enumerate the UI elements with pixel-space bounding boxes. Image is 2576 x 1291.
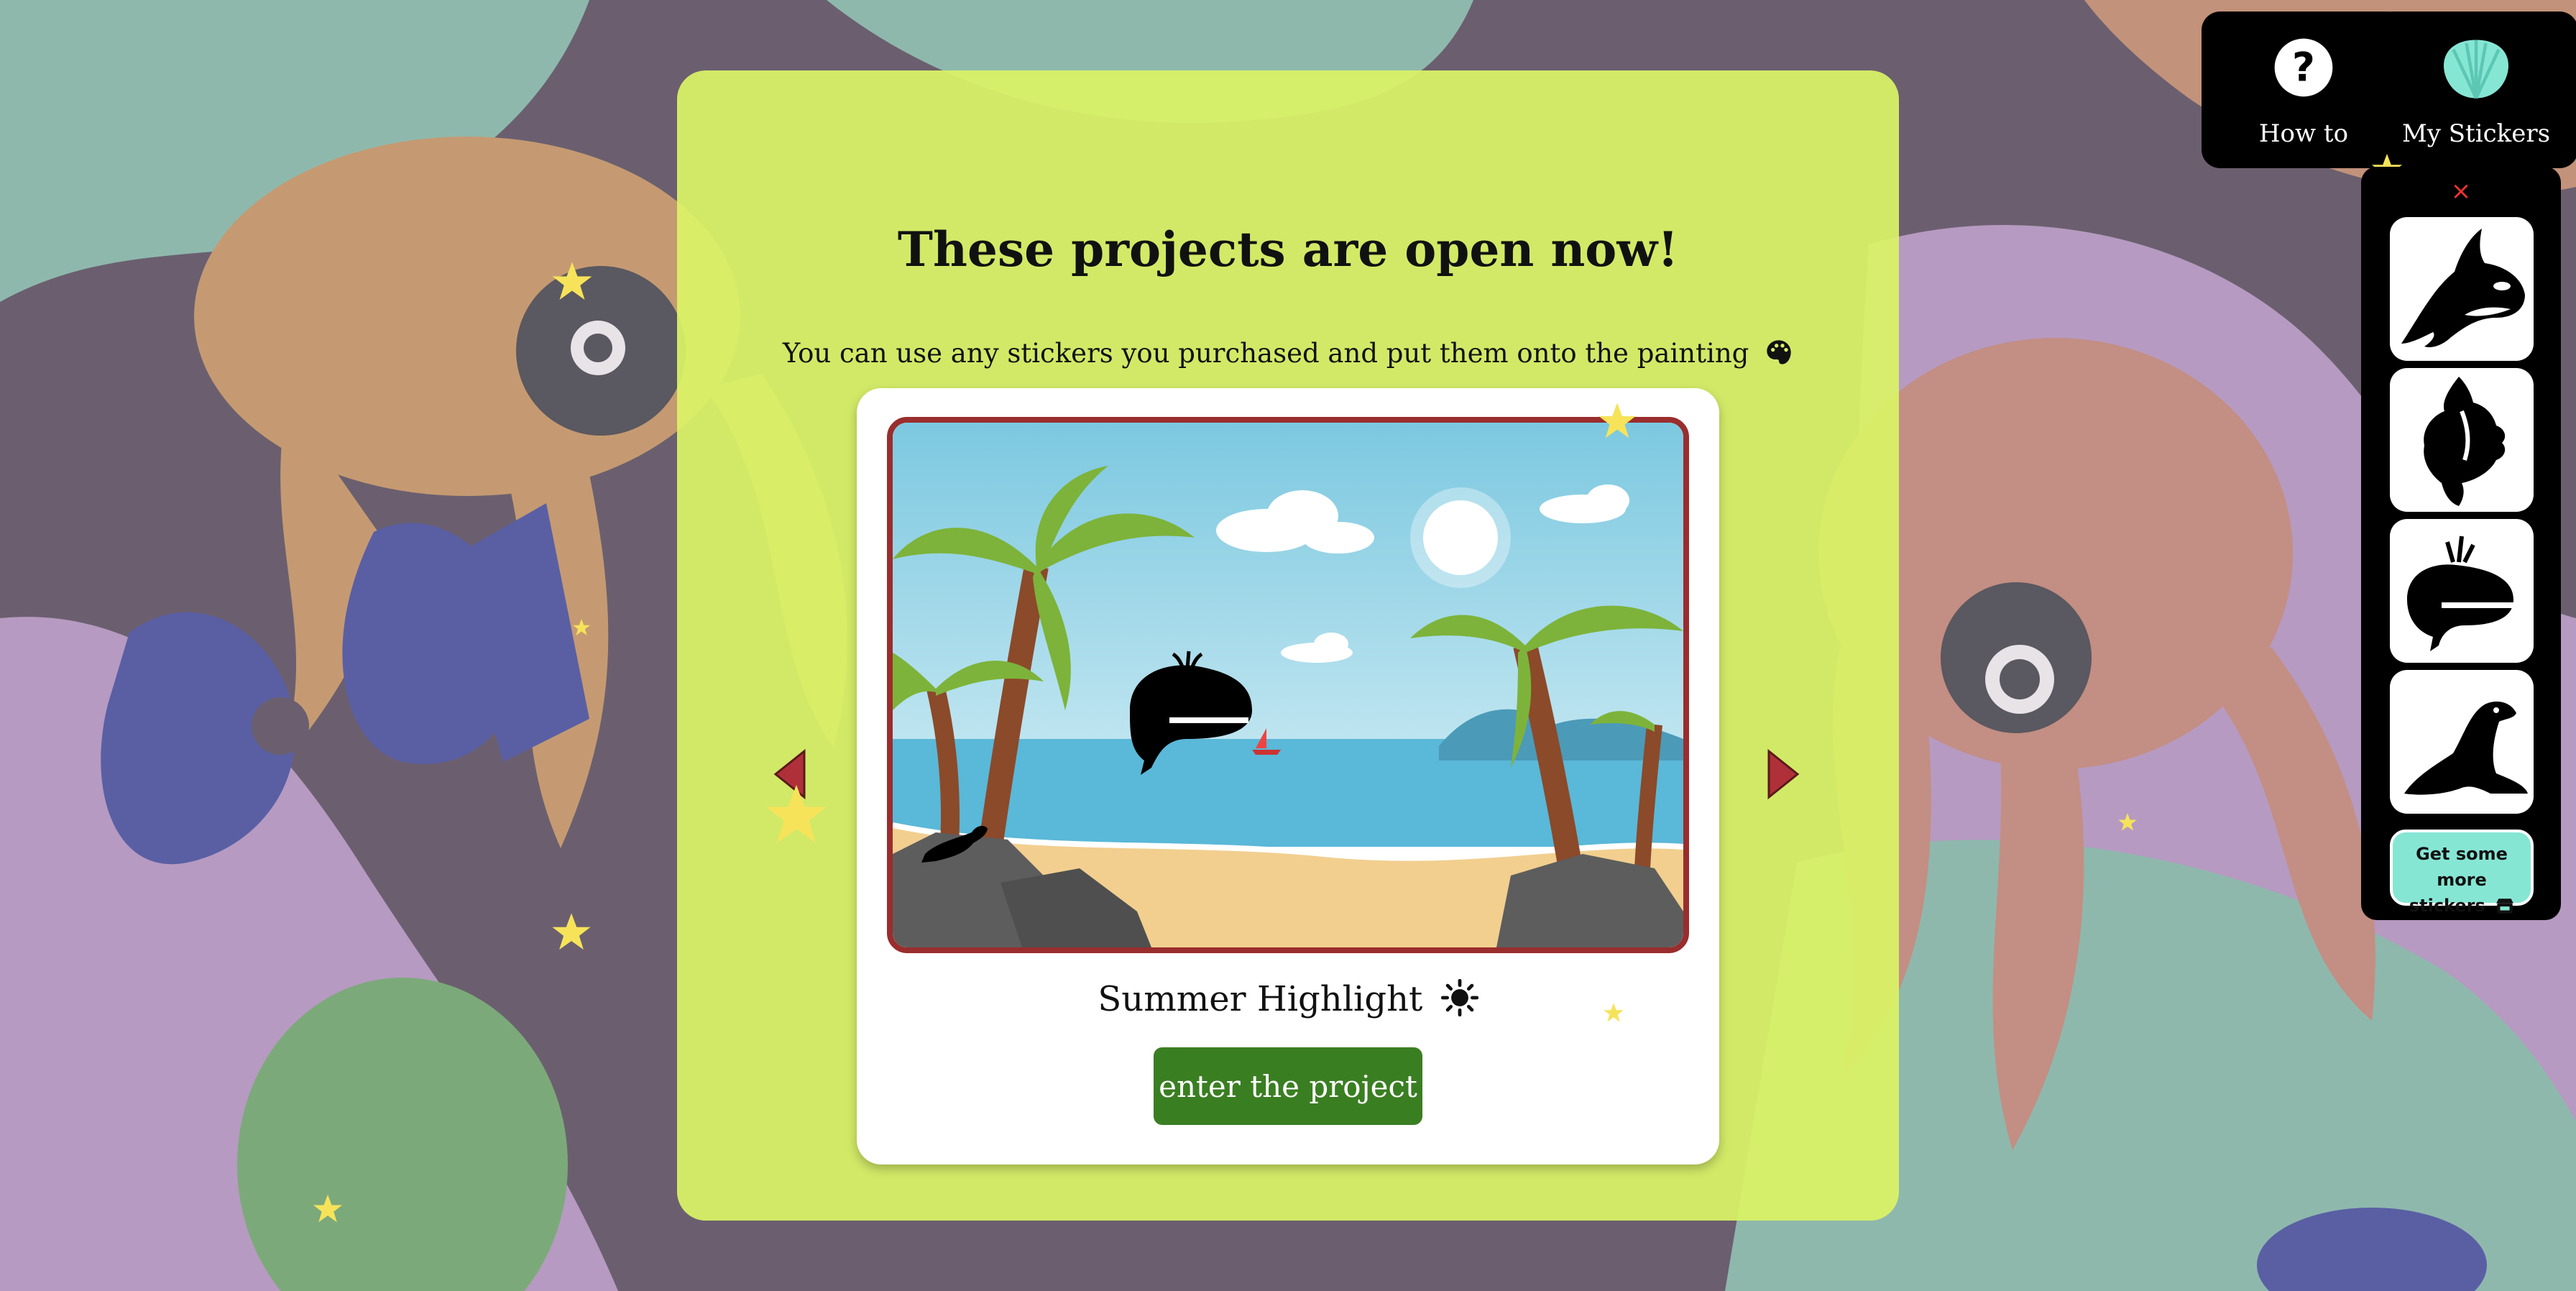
sticker-orca[interactable]	[2390, 217, 2534, 361]
conch-shell-icon	[2424, 377, 2506, 506]
sticker-whale[interactable]	[2390, 519, 2534, 663]
get-more-line2: stickers	[2393, 893, 2531, 919]
get-more-stickers-button[interactable]: Get some more stickers	[2390, 830, 2534, 916]
star-icon	[552, 262, 592, 300]
instructions-text: You can use any stickers you purchased a…	[677, 338, 1899, 369]
next-project-arrow[interactable]	[1766, 748, 1800, 800]
project-card: Summer Highlight enter the project	[857, 388, 1719, 1164]
instructions-label: You can use any stickers you purchased a…	[782, 338, 1749, 369]
project-title-label: Summer Highlight	[1098, 979, 1423, 1019]
beach-scene	[893, 423, 1683, 947]
projects-panel: These projects are open now! You can use…	[677, 70, 1899, 1221]
star-icon	[1598, 403, 1636, 438]
whale-icon	[2407, 536, 2513, 651]
sun-icon	[1440, 979, 1478, 1016]
sticker-shell[interactable]	[2390, 368, 2534, 512]
sticker-seal[interactable]	[2390, 670, 2534, 814]
close-icon[interactable]: ×	[2361, 177, 2561, 206]
project-painting[interactable]	[887, 417, 1689, 953]
star-icon	[313, 1194, 343, 1223]
seal-icon	[2404, 702, 2528, 795]
svg-text:?: ?	[2292, 44, 2315, 90]
my-stickers-label: My Stickers	[2401, 119, 2551, 148]
palette-icon	[1767, 340, 1791, 364]
my-stickers-panel: × Get some more stickers	[2361, 167, 2561, 920]
my-stickers-button[interactable]: My Stickers	[2374, 12, 2576, 168]
star-icon	[2118, 813, 2137, 831]
star-icon	[573, 619, 590, 635]
star-icon	[552, 913, 591, 950]
star-icon	[765, 784, 827, 843]
help-icon: ?	[2274, 38, 2333, 97]
orca-icon	[2401, 229, 2525, 348]
project-title: Summer Highlight	[857, 979, 1719, 1019]
shop-icon	[2496, 899, 2514, 914]
page-title: These projects are open now!	[897, 221, 1679, 277]
get-more-line2-label: stickers	[2409, 896, 2485, 916]
seashell-icon	[2444, 40, 2508, 99]
enter-project-button[interactable]: enter the project	[1154, 1047, 1422, 1125]
get-more-line1: Get some more	[2416, 844, 2508, 890]
